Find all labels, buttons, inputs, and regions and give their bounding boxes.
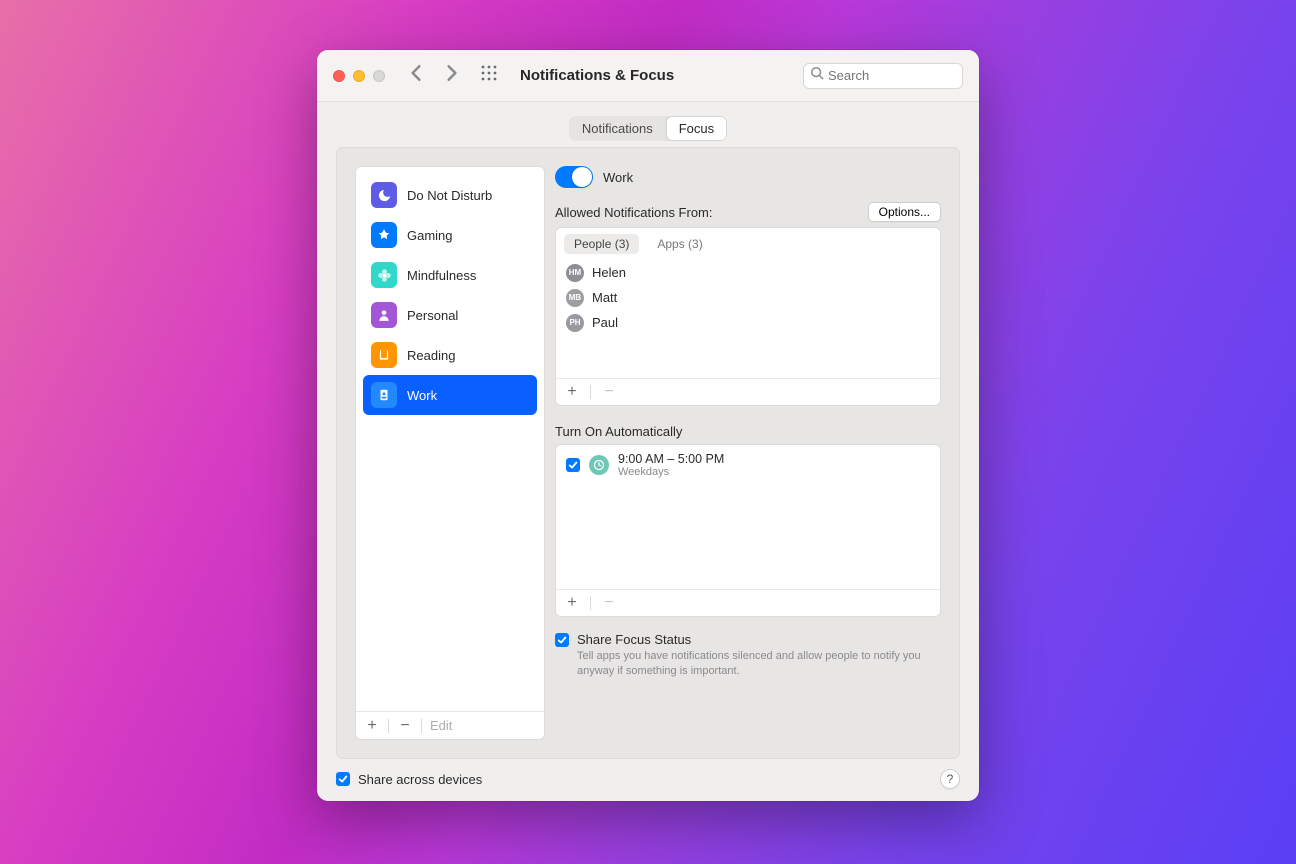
avatar: PH [566, 314, 584, 332]
toolbar: Notifications & Focus [317, 50, 979, 102]
allowed-box: People (3) Apps (3) HM Helen MB Matt [555, 227, 941, 406]
people-list: HM Helen MB Matt PH Paul [556, 260, 940, 378]
top-tabs: Notifications Focus [336, 116, 960, 141]
edit-focus-button[interactable]: Edit [430, 718, 452, 733]
tab-apps[interactable]: Apps (3) [647, 234, 712, 254]
close-window-button[interactable] [333, 70, 345, 82]
rocket-icon [371, 222, 397, 248]
schedule-footer: + − [556, 589, 940, 616]
preferences-window: Notifications & Focus Notifications Focu… [317, 50, 979, 801]
person-name: Paul [592, 315, 618, 330]
sidebar-item-personal[interactable]: Personal [363, 295, 537, 335]
sidebar-item-label: Reading [407, 348, 455, 363]
traffic-lights [333, 70, 385, 82]
share-status-title: Share Focus Status [577, 632, 941, 647]
share-across-devices-checkbox[interactable] [336, 772, 350, 786]
focus-list-footer: + − Edit [356, 711, 544, 739]
add-person-button[interactable]: + [564, 384, 580, 400]
person-name: Matt [592, 290, 617, 305]
focus-list: Do Not Disturb Gaming Mind [356, 167, 544, 711]
moon-icon [371, 182, 397, 208]
bottom-row: Share across devices ? [336, 769, 960, 789]
clock-icon [589, 455, 609, 475]
sidebar-item-mindfulness[interactable]: Mindfulness [363, 255, 537, 295]
share-focus-row: Share Focus Status Tell apps you have no… [555, 632, 941, 679]
window-title: Notifications & Focus [520, 67, 674, 84]
add-schedule-button[interactable]: + [564, 595, 580, 611]
nav-arrows [409, 64, 459, 87]
search-field[interactable] [803, 63, 963, 89]
tab-focus[interactable]: Focus [666, 116, 727, 141]
back-button[interactable] [409, 64, 423, 87]
zoom-window-button[interactable] [373, 70, 385, 82]
focus-list-box: Do Not Disturb Gaming Mind [355, 166, 545, 740]
remove-schedule-button[interactable]: − [601, 595, 617, 611]
allowed-label: Allowed Notifications From: [555, 205, 713, 220]
auto-label: Turn On Automatically [555, 424, 941, 439]
share-across-label: Share across devices [358, 772, 482, 787]
schedule-list: 9:00 AM – 5:00 PM Weekdays [556, 445, 940, 589]
book-icon [371, 342, 397, 368]
add-focus-button[interactable]: + [364, 718, 380, 734]
sidebar-item-do-not-disturb[interactable]: Do Not Disturb [363, 175, 537, 215]
tab-people[interactable]: People (3) [564, 234, 639, 254]
avatar: HM [566, 264, 584, 282]
remove-person-button[interactable]: − [601, 384, 617, 400]
remove-focus-button[interactable]: − [397, 718, 413, 734]
person-name: Helen [592, 265, 626, 280]
schedule-box: 9:00 AM – 5:00 PM Weekdays + − [555, 444, 941, 617]
share-across-devices-row: Share across devices [336, 772, 482, 787]
badge-icon [371, 382, 397, 408]
share-status-checkbox[interactable] [555, 633, 569, 647]
person-row[interactable]: MB Matt [566, 285, 930, 310]
options-button[interactable]: Options... [868, 202, 941, 222]
schedule-checkbox[interactable] [566, 458, 580, 472]
focus-sidebar: Do Not Disturb Gaming Mind [355, 166, 545, 740]
search-input[interactable] [828, 68, 956, 83]
focus-toggle-row: Work [555, 166, 941, 188]
share-status-description: Tell apps you have notifications silence… [577, 649, 941, 679]
sidebar-item-label: Work [407, 388, 437, 403]
sidebar-item-label: Gaming [407, 228, 453, 243]
sidebar-item-label: Do Not Disturb [407, 188, 492, 203]
sidebar-item-label: Personal [407, 308, 458, 323]
focus-enabled-toggle[interactable] [555, 166, 593, 188]
person-icon [371, 302, 397, 328]
main-panel: Do Not Disturb Gaming Mind [336, 147, 960, 759]
person-row[interactable]: HM Helen [566, 260, 930, 285]
forward-button[interactable] [445, 64, 459, 87]
schedule-text: 9:00 AM – 5:00 PM Weekdays [618, 452, 724, 478]
minimize-window-button[interactable] [353, 70, 365, 82]
sidebar-item-reading[interactable]: Reading [363, 335, 537, 375]
schedule-time: 9:00 AM – 5:00 PM [618, 452, 724, 466]
detail-panel: Work Allowed Notifications From: Options… [555, 166, 941, 740]
allowed-header: Allowed Notifications From: Options... [555, 202, 941, 222]
content: Notifications Focus Do Not Disturb [317, 102, 979, 801]
sidebar-item-gaming[interactable]: Gaming [363, 215, 537, 255]
search-icon [810, 66, 824, 85]
tab-notifications[interactable]: Notifications [569, 116, 666, 141]
schedule-row[interactable]: 9:00 AM – 5:00 PM Weekdays [566, 452, 930, 478]
schedule-days: Weekdays [618, 466, 724, 478]
mindfulness-icon [371, 262, 397, 288]
segmented-control: Notifications Focus [569, 116, 727, 141]
avatar: MB [566, 289, 584, 307]
allowed-tabs: People (3) Apps (3) [556, 228, 940, 260]
focus-name: Work [603, 170, 633, 185]
people-footer: + − [556, 378, 940, 405]
help-button[interactable]: ? [940, 769, 960, 789]
apps-grid-icon[interactable] [481, 65, 497, 86]
sidebar-item-work[interactable]: Work [363, 375, 537, 415]
person-row[interactable]: PH Paul [566, 310, 930, 335]
sidebar-item-label: Mindfulness [407, 268, 476, 283]
